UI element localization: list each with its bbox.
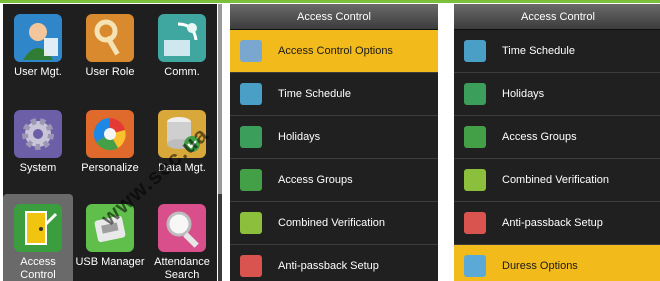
key-icon	[86, 14, 134, 62]
menu-item-access-groups[interactable]: Access Groups	[230, 159, 438, 202]
menu-item-label: Access Groups	[278, 174, 353, 186]
gear-icon	[14, 110, 62, 158]
app-label: Access Control	[20, 256, 56, 281]
menu-item-label: Anti-passback Setup	[278, 260, 379, 272]
app-comm[interactable]: Comm.	[147, 4, 217, 96]
access-control-menu-2: Access Control Time Schedule Holidays Ac…	[454, 4, 660, 281]
app-label: Attendance Search	[154, 256, 210, 281]
duress-icon	[464, 255, 486, 277]
menu-item-label: Combined Verification	[278, 217, 386, 229]
app-label: User Role	[85, 66, 135, 78]
app-access-control[interactable]: Access Control	[3, 194, 73, 281]
menu-item-duress-options[interactable]: Duress Options	[454, 245, 660, 281]
app-user-role[interactable]: User Role	[75, 4, 145, 96]
menu-item-access-control-options[interactable]: Access Control Options	[230, 30, 438, 73]
menu-item-label: Time Schedule	[278, 88, 351, 100]
menu-title: Access Control	[230, 4, 438, 30]
app-label: Personalize	[81, 162, 139, 174]
menu-item-combined-verification[interactable]: Combined Verification	[230, 202, 438, 245]
scrollbar-thumb[interactable]	[218, 4, 222, 194]
menu-item-access-groups[interactable]: Access Groups	[454, 116, 660, 159]
menu-item-label: Holidays	[502, 88, 545, 100]
user-icon	[14, 14, 62, 62]
menu-title: Access Control	[454, 4, 660, 30]
menu-item-time-schedule[interactable]: Time Schedule	[230, 73, 438, 116]
menu-item-label: Access Control Options	[278, 45, 393, 57]
app-attendance-search[interactable]: Attendance Search	[147, 194, 217, 281]
app-label: USB Manager	[75, 256, 145, 268]
calendar-icon	[240, 126, 262, 148]
menu-item-label: Holidays	[278, 131, 321, 143]
app-user-mgt[interactable]: User Mgt.	[3, 4, 73, 96]
palette-icon	[86, 110, 134, 158]
menu-item-anti-passback-setup[interactable]: Anti-passback Setup	[230, 245, 438, 281]
anti-passback-icon	[464, 212, 486, 234]
menu-item-label: Access Groups	[502, 131, 577, 143]
menu-item-holidays[interactable]: Holidays	[230, 116, 438, 159]
menu-item-time-schedule[interactable]: Time Schedule	[454, 30, 660, 73]
app-system[interactable]: System	[3, 100, 73, 192]
app-label: System	[19, 162, 57, 174]
magnifier-icon	[158, 204, 206, 252]
verification-icon	[464, 169, 486, 191]
satellite-icon	[158, 14, 206, 62]
door-icon	[14, 204, 62, 252]
access-control-menu-1: Access Control Access Control Options Ti…	[230, 4, 438, 281]
menu-item-label: Anti-passback Setup	[502, 217, 603, 229]
menu-item-label: Time Schedule	[502, 45, 575, 57]
clock-icon	[240, 83, 262, 105]
app-label: Comm.	[164, 66, 200, 78]
grid-scrollbar[interactable]	[218, 4, 222, 281]
menu-item-combined-verification[interactable]: Combined Verification	[454, 159, 660, 202]
anti-passback-icon	[240, 255, 262, 277]
calendar-icon	[464, 83, 486, 105]
menu-item-holidays[interactable]: Holidays	[454, 73, 660, 116]
app-label: User Mgt.	[14, 66, 62, 78]
group-icon	[240, 169, 262, 191]
verification-icon	[240, 212, 262, 234]
clock-icon	[464, 40, 486, 62]
group-icon	[464, 126, 486, 148]
access-options-icon	[240, 40, 262, 62]
menu-item-label: Duress Options	[502, 260, 578, 272]
menu-item-anti-passback-setup[interactable]: Anti-passback Setup	[454, 202, 660, 245]
top-accent-line	[0, 0, 660, 3]
menu-item-label: Combined Verification	[502, 174, 610, 186]
